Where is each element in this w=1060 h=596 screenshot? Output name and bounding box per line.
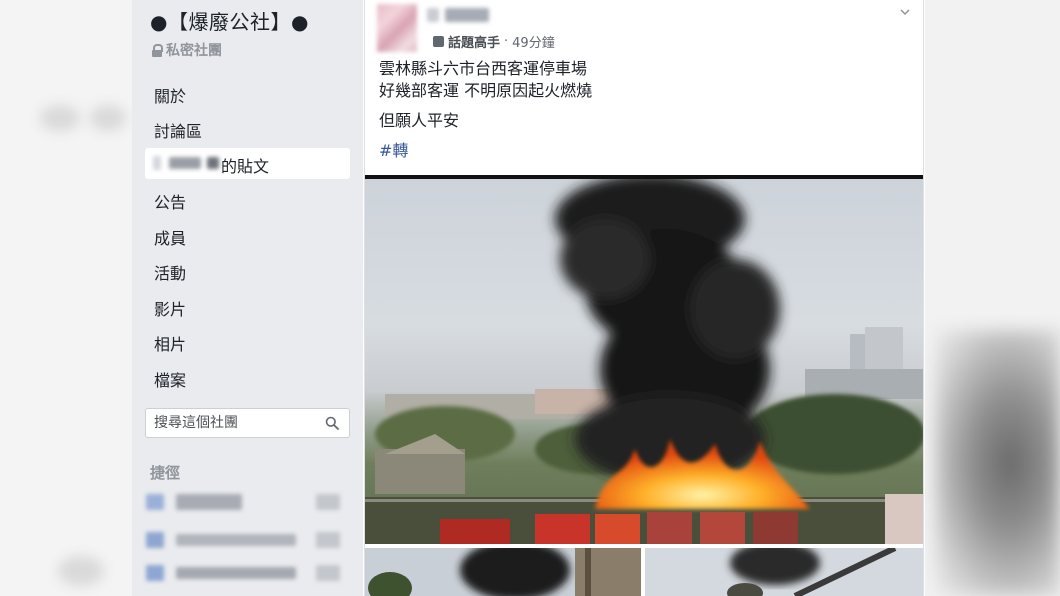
blurred-name xyxy=(153,156,161,170)
meta-separator: · xyxy=(504,34,509,49)
fire-photo-image xyxy=(365,179,923,544)
nav-item-files[interactable]: 檔案 xyxy=(154,367,186,391)
thumb-image xyxy=(365,548,641,596)
post-time[interactable]: 49分鐘 xyxy=(512,32,555,51)
group-title[interactable]: ●【爆廢公社】● xyxy=(150,6,309,35)
post-photo-thumb[interactable] xyxy=(365,548,641,596)
nav-item-photos[interactable]: 相片 xyxy=(154,331,186,355)
group-sidebar: ●【爆廢公社】● 私密社團 關於 討論區 的貼文 公告 成員 活動 影片 相片 … xyxy=(132,0,363,596)
nav-active-label: 的貼文 xyxy=(221,157,270,176)
blurred-background-left xyxy=(0,0,132,596)
group-privacy: 私密社團 xyxy=(152,40,222,60)
author-name-blurred[interactable] xyxy=(427,6,489,24)
author-badge[interactable]: 話題高手 xyxy=(448,32,500,51)
post-body: 雲林縣斗六市台西客運停車場 好幾部客運 不明原因起火燃燒 但願人平安 #轉 xyxy=(379,58,592,162)
nav-item-events[interactable]: 活動 xyxy=(154,260,186,284)
blurred-name xyxy=(207,157,219,169)
post-card: 話題高手 · 49分鐘 雲林縣斗六市台西客運停車場 好幾部客運 不明原因起火燃燒… xyxy=(364,0,924,596)
search-icon[interactable] xyxy=(325,416,339,430)
hashtag-link[interactable]: #轉 xyxy=(379,141,408,160)
lock-icon xyxy=(152,44,163,57)
nav-item-discussion[interactable]: 討論區 xyxy=(154,118,202,142)
shortcut-item[interactable] xyxy=(146,492,346,512)
nav-item-videos[interactable]: 影片 xyxy=(154,296,186,320)
blurred-name xyxy=(169,157,201,169)
coffee-badge-icon xyxy=(433,36,444,47)
post-line: 好幾部客運 不明原因起火燃燒 xyxy=(379,81,593,100)
post-photo-thumb[interactable] xyxy=(645,548,923,596)
thumb-image xyxy=(645,548,923,596)
post-line: 雲林縣斗六市台西客運停車場 xyxy=(379,59,588,78)
nav-item-member-posts[interactable]: 的貼文 xyxy=(145,148,350,179)
author-avatar[interactable] xyxy=(377,4,417,52)
post-photo-main[interactable] xyxy=(365,175,923,544)
post-line: 但願人平安 xyxy=(379,111,460,130)
shortcut-item[interactable] xyxy=(146,563,346,583)
group-search xyxy=(145,408,350,438)
nav-item-announcements[interactable]: 公告 xyxy=(154,189,186,213)
shortcut-item[interactable] xyxy=(146,530,346,550)
shortcuts-title: 捷徑 xyxy=(150,464,181,482)
group-search-input[interactable] xyxy=(154,414,314,432)
nav-item-members[interactable]: 成員 xyxy=(154,225,186,249)
chevron-down-icon[interactable] xyxy=(899,6,911,18)
post-meta: 話題高手 · 49分鐘 xyxy=(433,32,555,51)
privacy-label: 私密社團 xyxy=(166,43,222,59)
nav-item-about[interactable]: 關於 xyxy=(154,83,186,107)
blurred-background-dark-area xyxy=(935,330,1060,596)
